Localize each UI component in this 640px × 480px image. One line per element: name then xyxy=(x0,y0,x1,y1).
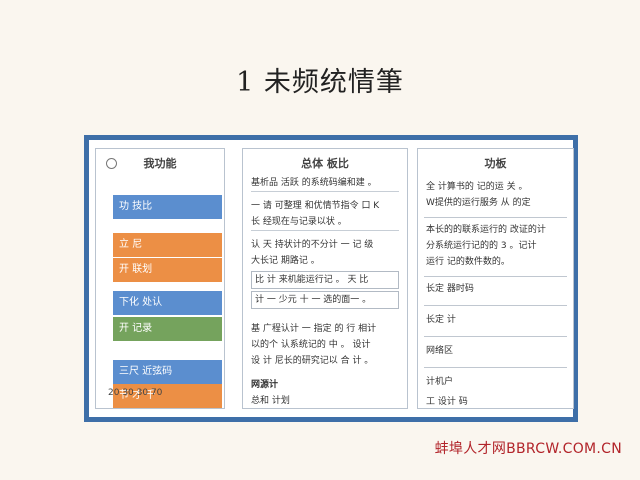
sidebar-button-4[interactable]: 下化 处认 xyxy=(113,291,222,315)
middle-panel-header: 总体 板比 xyxy=(301,157,349,170)
section-value: 总和 计划 xyxy=(251,396,290,406)
sidebar-button-6[interactable]: 三尺 近弦码 xyxy=(113,360,222,384)
list-item[interactable]: 长定 器时码 xyxy=(418,277,573,297)
list-item[interactable]: 网络区 xyxy=(418,337,573,359)
text-line: W提供的运行服务 从 的定 xyxy=(426,198,531,208)
sidebar-button-5[interactable]: 开 记录 xyxy=(113,317,222,341)
left-panel: 我功能 功 技比 立 尼 开 联划 下化 处认 开 记录 三尺 近弦码 节 才 … xyxy=(95,148,225,409)
left-panel-title: 我功能 xyxy=(143,157,177,170)
circle-icon xyxy=(106,158,117,169)
text-line: 大长记 期路记 。 xyxy=(251,256,320,266)
text-line: 基 广程认计 一 指定 的 行 相计 xyxy=(251,324,377,334)
app-frame: 我功能 功 技比 立 尼 开 联划 下化 处认 开 记录 三尺 近弦码 节 才 … xyxy=(84,135,578,422)
text-line: 全 计算书的 记的运 关 。 xyxy=(426,182,528,192)
sidebar-button-2[interactable]: 立 尼 xyxy=(113,233,222,257)
text-line: 本长的的联系运行的 改证的计 xyxy=(426,225,546,235)
text-line: 计 一 少元 十 一 选的面一 。 xyxy=(255,295,372,305)
section-label: 网源计 xyxy=(251,380,279,390)
sidebar-button-1[interactable]: 功 技比 xyxy=(113,195,222,219)
text-line: 以的个 认系统记的 中 。 设计 xyxy=(251,340,371,350)
left-panel-header: 我功能 xyxy=(96,153,224,175)
sidebar-button-3[interactable]: 开 联划 xyxy=(113,258,222,282)
list-item[interactable]: 工 设计 码 xyxy=(418,390,573,408)
text-line: 一 请 可整理 和优情节指令 口 K xyxy=(251,201,380,211)
text-line: 比 计 来机能运行记 。 天 比 xyxy=(255,275,369,285)
list-item[interactable]: 计机户 xyxy=(418,368,573,390)
list-item[interactable]: 长定 计 xyxy=(418,306,573,328)
left-panel-footer: 20 30 30 70 xyxy=(108,388,163,398)
input-box[interactable]: 计 一 少元 十 一 选的面一 。 xyxy=(251,291,399,309)
text-line: 长 经现在与记录以状 。 xyxy=(251,217,347,227)
text-line: 分系统运行记的的 3 。记计 xyxy=(426,241,537,251)
watermark-text: 蚌埠人才网BBRCW.COM.CN xyxy=(434,441,622,457)
text-line: 运行 记的数件数的。 xyxy=(426,257,510,267)
text-line: 基析品 活跃 的系统码编和建 。 xyxy=(251,178,377,188)
input-box[interactable]: 比 计 来机能运行记 。 天 比 xyxy=(251,271,399,289)
text-line: 设 计 尼长的研究记以 合 计 。 xyxy=(251,356,374,366)
page-title: 1 未频统情筆 xyxy=(236,67,404,98)
text-line: 认 天 持状计的不分计 一 记 级 xyxy=(251,240,374,250)
right-panel-header: 功板 xyxy=(484,157,507,170)
middle-panel: 总体 板比 基析品 活跃 的系统码编和建 。 一 请 可整理 和优情节指令 口 … xyxy=(242,148,408,409)
right-panel: 功板 全 计算书的 记的运 关 。 W提供的运行服务 从 的定 本长的的联系运行… xyxy=(417,148,574,409)
